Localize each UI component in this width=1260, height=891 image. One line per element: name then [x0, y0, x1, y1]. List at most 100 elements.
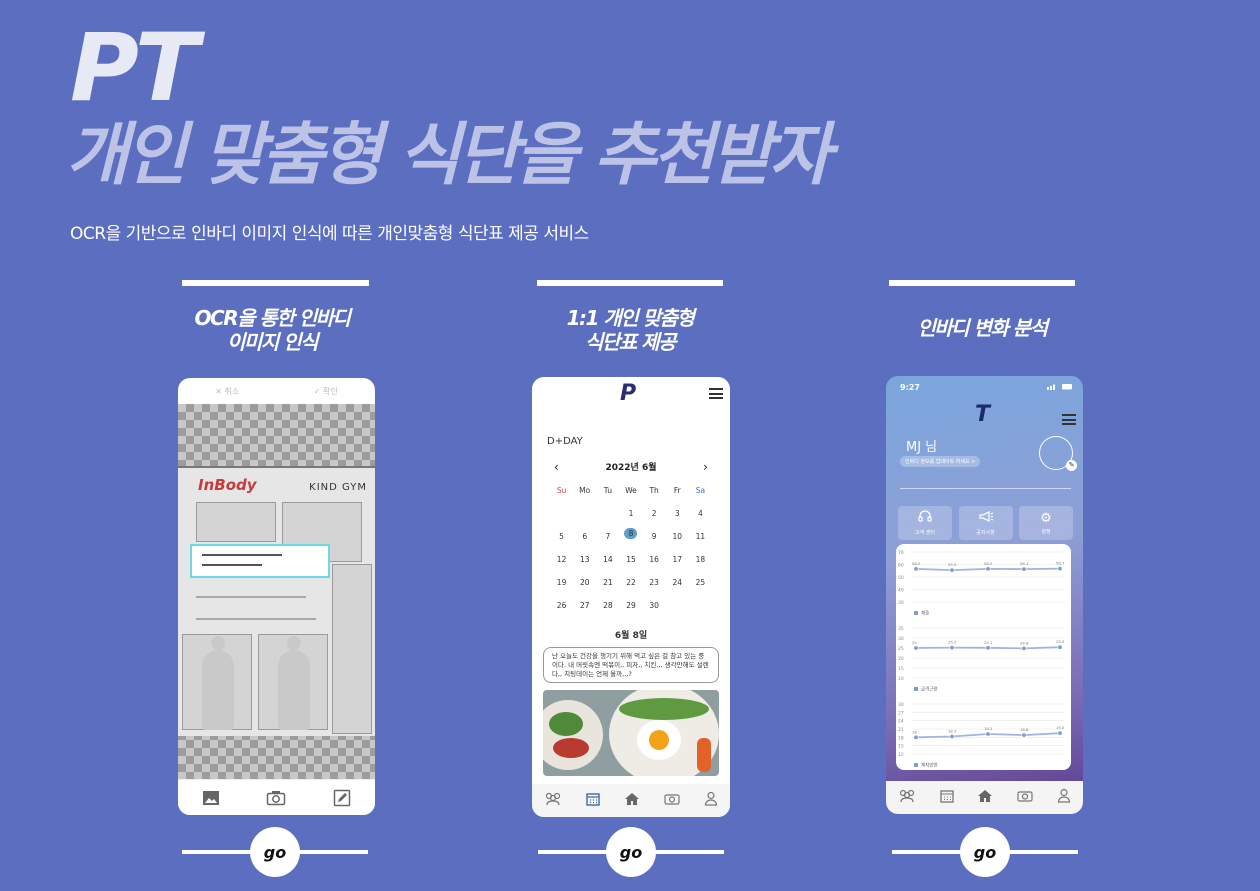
edit-icon[interactable]	[331, 788, 353, 808]
dday-label: D+DAY	[547, 436, 583, 447]
calendar-day[interactable]: 2	[643, 508, 666, 519]
calendar-day[interactable]: 14	[596, 554, 619, 565]
camera-icon[interactable]	[265, 788, 287, 808]
bottom-nav	[532, 784, 730, 817]
y-tick-label: 70	[898, 550, 904, 556]
calendar-day[interactable]: 25	[689, 577, 712, 588]
calendar-icon[interactable]	[940, 789, 954, 807]
prev-month-button[interactable]: ‹	[554, 460, 559, 474]
calendar-day[interactable]: 19	[550, 577, 573, 588]
column-3-go-button[interactable]: go	[960, 827, 1010, 877]
weekday-label: Tu	[603, 486, 612, 495]
phone-ocr-screen: ✕ 취소 ✓ 확인 InBody KIND GYM	[178, 378, 375, 815]
y-tick-label: 40	[898, 588, 904, 594]
paper-table	[196, 502, 276, 542]
egg-yolk	[649, 730, 669, 750]
next-month-button[interactable]: ›	[703, 460, 708, 474]
update-inbody-chip[interactable]: 인바디 정보를 업데이트 하세요 >	[900, 456, 981, 467]
phone-diet-screen: P D+DAY ‹ 2022년 6월 › Su Mo Tu We Th Fr Sa 1 2 3 4 5…	[532, 377, 730, 817]
menu-icon[interactable]	[709, 388, 723, 399]
calendar-day-selected[interactable]: 8	[619, 528, 642, 542]
calendar-day[interactable]: 26	[550, 600, 573, 611]
data-label: 56.3	[1020, 561, 1029, 566]
gallery-icon[interactable]	[200, 788, 222, 808]
calendar-day[interactable]: 4	[689, 508, 712, 519]
data-label: 19.2	[984, 726, 993, 731]
calendar-day[interactable]: 22	[619, 577, 642, 588]
calendar-day[interactable]: 30	[643, 600, 666, 611]
cancel-label: 취소	[224, 386, 240, 396]
column-1-go-button[interactable]: go	[250, 827, 300, 877]
calendar-day[interactable]: 17	[666, 554, 689, 565]
megaphone-icon	[978, 510, 994, 527]
confirm-button[interactable]: ✓ 확인	[314, 386, 338, 397]
y-tick-label: 12	[898, 752, 904, 758]
column-3-title: 인바디 변화 분석	[917, 316, 1048, 340]
edit-avatar-icon[interactable]: ✎	[1066, 460, 1077, 471]
settings-button[interactable]: ⚙ 설정	[1019, 506, 1073, 540]
confirm-label: 확인	[323, 386, 338, 396]
calendar-day	[596, 508, 619, 519]
camera-icon[interactable]	[664, 792, 680, 809]
gym-name: KIND GYM	[309, 482, 367, 493]
legend-label: 골격근량	[921, 686, 938, 693]
data-point	[1057, 730, 1063, 736]
calendar-day	[550, 508, 573, 519]
column-2-top-bar	[537, 280, 723, 286]
ocr-selection-box[interactable]	[190, 544, 330, 578]
calendar-icon[interactable]	[586, 792, 600, 810]
y-tick-label: 21	[898, 727, 904, 733]
calendar-day[interactable]: 10	[666, 531, 689, 542]
user-name: MJ 님	[906, 440, 938, 455]
calendar-day[interactable]: 9	[643, 531, 666, 542]
calendar-day[interactable]: 21	[596, 577, 619, 588]
data-label: 18.8	[1020, 727, 1029, 732]
weekday-label: Th	[649, 486, 659, 495]
data-point	[913, 566, 919, 572]
calendar-day[interactable]: 29	[619, 600, 642, 611]
data-label: 18	[912, 729, 917, 734]
y-tick-label: 25	[898, 646, 904, 652]
users-icon[interactable]	[898, 789, 916, 807]
profile-icon[interactable]	[1057, 788, 1071, 807]
y-tick-label: 50	[898, 575, 904, 581]
home-icon[interactable]	[977, 789, 993, 807]
calendar-day[interactable]: 5	[550, 531, 573, 542]
data-point	[1057, 644, 1063, 650]
home-icon[interactable]	[624, 792, 640, 810]
y-tick-label: 20	[898, 656, 904, 662]
calendar-day[interactable]: 11	[689, 531, 712, 542]
calendar-day[interactable]: 3	[666, 508, 689, 519]
calendar-day[interactable]: 27	[573, 600, 596, 611]
calendar-day[interactable]: 7	[596, 531, 619, 542]
calendar-day[interactable]: 20	[573, 577, 596, 588]
calendar-day[interactable]: 13	[573, 554, 596, 565]
legend-swatch	[914, 611, 918, 615]
customer-center-button[interactable]: 고객 센터	[898, 506, 952, 540]
users-icon[interactable]	[544, 792, 562, 810]
data-label: 18.3	[948, 729, 957, 734]
data-label: 25.1	[984, 640, 993, 645]
cancel-button[interactable]: ✕ 취소	[215, 386, 239, 397]
profile-icon[interactable]	[704, 791, 718, 810]
notice-button[interactable]: 공지사항	[958, 506, 1013, 540]
column-2-go-button[interactable]: go	[606, 827, 656, 877]
calendar-day[interactable]: 24	[666, 577, 689, 588]
calendar-day[interactable]: 6	[573, 531, 596, 542]
diet-memo[interactable]: 난 오늘도 건강을 챙기기 위해 먹고 싶은 걸 참고 있는 중이다. 내 머릿…	[543, 647, 719, 683]
calendar-day[interactable]: 15	[619, 554, 642, 565]
gear-icon: ⚙	[1040, 510, 1052, 526]
calendar-day[interactable]: 23	[643, 577, 666, 588]
bottom-nav	[886, 781, 1083, 814]
menu-icon[interactable]	[1062, 414, 1076, 425]
y-tick-label: 35	[898, 626, 904, 632]
camera-icon[interactable]	[1017, 789, 1033, 806]
phone-inbody-analysis-screen: 9:27 T MJ 님 인바디 정보를 업데이트 하세요 > ✎ 고객 센터 공…	[886, 376, 1083, 814]
data-point	[1021, 732, 1027, 738]
column-1-title: OCR을 통한 인바디 이미지 인식	[194, 306, 351, 354]
calendar-day[interactable]: 28	[596, 600, 619, 611]
calendar-day[interactable]: 12	[550, 554, 573, 565]
calendar-day[interactable]: 18	[689, 554, 712, 565]
calendar-day[interactable]: 16	[643, 554, 666, 565]
calendar-day[interactable]: 1	[619, 508, 642, 519]
